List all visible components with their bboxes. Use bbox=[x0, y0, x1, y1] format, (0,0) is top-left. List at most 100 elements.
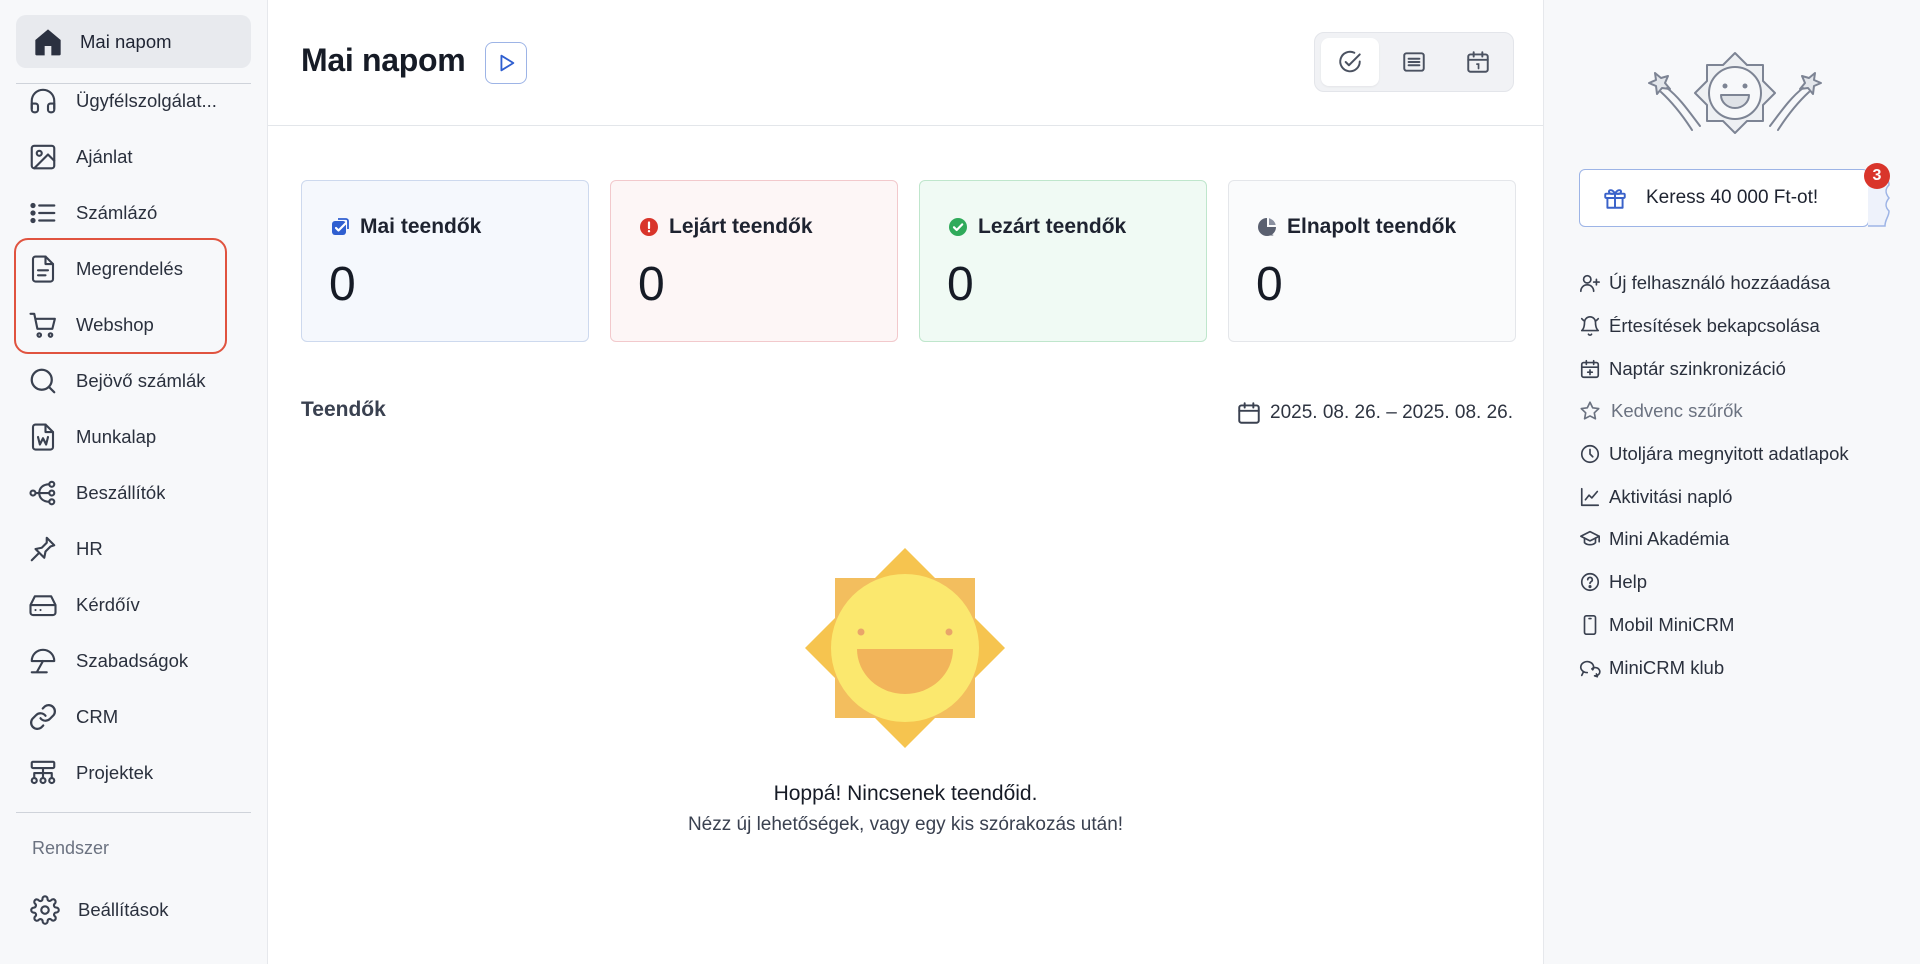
sidebar-item-mai-napom[interactable]: Mai napom bbox=[16, 15, 251, 68]
user-plus-icon bbox=[1579, 272, 1601, 294]
referral-button[interactable]: Keress 40 000 Ft-ot! bbox=[1579, 169, 1869, 227]
sidebar-item-label: CRM bbox=[76, 706, 119, 727]
sidebar-item-ajanlat[interactable]: Ajánlat bbox=[16, 129, 251, 185]
word-file-icon bbox=[28, 422, 58, 452]
stat-value: 0 bbox=[329, 258, 356, 311]
hierarchy-icon bbox=[28, 758, 58, 788]
quick-link-calendar-sync[interactable]: Naptár szinkronizáció bbox=[1579, 347, 1909, 390]
sidebar-item-crm[interactable]: CRM bbox=[16, 689, 251, 745]
empty-state-title: Hoppá! Nincsenek teendőid. bbox=[773, 782, 1038, 805]
view-calendar-button[interactable] bbox=[1449, 38, 1507, 86]
sidebar: Mai napom Ügyfélszolgálat... Ajánlat Szá… bbox=[0, 0, 266, 964]
sidebar-item-szamlazo[interactable]: Számlázó bbox=[16, 185, 251, 241]
stat-label: Mai teendők bbox=[360, 215, 482, 238]
sidebar-item-hr[interactable]: HR bbox=[16, 521, 251, 577]
view-list-button[interactable] bbox=[1385, 38, 1443, 86]
sidebar-item-beszallitok[interactable]: Beszállítók bbox=[16, 465, 251, 521]
sidebar-item-label: HR bbox=[76, 538, 103, 559]
stat-value: 0 bbox=[638, 258, 665, 311]
quick-link-activity-log[interactable]: Aktivitási napló bbox=[1579, 475, 1909, 518]
sidebar-item-kerdoiv[interactable]: Kérdőív bbox=[16, 577, 251, 633]
divider bbox=[16, 812, 251, 813]
quick-link-label: Help bbox=[1609, 571, 1648, 593]
mascot-illustration bbox=[1645, 48, 1825, 138]
quick-link-label: Értesítések bekapcsolása bbox=[1609, 315, 1820, 337]
chart-line-icon bbox=[1579, 486, 1601, 508]
stat-card-lezart-teendok[interactable]: Lezárt teendők 0 bbox=[919, 180, 1207, 342]
help-circle-icon bbox=[1579, 571, 1601, 593]
checkbox-icon bbox=[330, 217, 350, 237]
sidebar-item-beallitasok[interactable]: Beállítások bbox=[16, 882, 251, 938]
sidebar-item-label: Projektek bbox=[76, 762, 154, 783]
play-button[interactable] bbox=[485, 42, 527, 84]
list-view-icon bbox=[1401, 49, 1427, 75]
snooze-icon: z bbox=[1257, 217, 1277, 237]
magnifier-icon bbox=[28, 366, 58, 396]
right-panel: Keress 40 000 Ft-ot! 3 Új felhasználó ho… bbox=[1545, 0, 1920, 964]
pin-icon bbox=[28, 534, 58, 564]
quick-link-mobil-minicrm[interactable]: Mobil MiniCRM bbox=[1579, 604, 1909, 647]
quick-link-notifications[interactable]: Értesítések bekapcsolása bbox=[1579, 305, 1909, 348]
sidebar-item-ugyfelszolgalat[interactable]: Ügyfélszolgálat... bbox=[16, 73, 251, 129]
quick-link-label: Utoljára megnyitott adatlapok bbox=[1609, 443, 1849, 465]
quick-link-label: MiniCRM klub bbox=[1609, 656, 1725, 678]
quick-link-favorite-filters[interactable]: Kedvenc szűrők bbox=[1579, 390, 1909, 433]
sidebar-item-projektek[interactable]: Projektek bbox=[16, 745, 251, 801]
view-tasks-button[interactable] bbox=[1321, 38, 1379, 86]
headphones-icon bbox=[28, 86, 58, 116]
quick-link-help[interactable]: Help bbox=[1579, 561, 1909, 604]
main-panel: Mai napom Mai teendők 0 Lejárt teendők 0… bbox=[267, 0, 1544, 964]
alert-icon bbox=[639, 217, 659, 237]
sidebar-item-label: Beállítások bbox=[78, 899, 169, 920]
stat-label: Lezárt teendők bbox=[978, 215, 1127, 238]
main-header: Mai napom bbox=[268, 0, 1543, 126]
check-circle-icon bbox=[1337, 49, 1363, 75]
check-icon bbox=[948, 217, 968, 237]
quick-link-label: Mobil MiniCRM bbox=[1609, 613, 1735, 635]
quick-link-add-user[interactable]: Új felhasználó hozzáadása bbox=[1579, 262, 1909, 305]
stat-card-lejart-teendok[interactable]: Lejárt teendők 0 bbox=[610, 180, 898, 342]
star-icon bbox=[1579, 400, 1601, 422]
sidebar-item-megrendeles[interactable]: Megrendelés bbox=[16, 241, 251, 297]
quick-link-minicrm-klub[interactable]: MiniCRM klub bbox=[1579, 646, 1909, 689]
link-icon bbox=[28, 702, 58, 732]
clock-icon bbox=[1579, 443, 1601, 465]
cart-icon bbox=[28, 310, 58, 340]
calendar-sync-icon bbox=[1579, 358, 1601, 380]
date-range-text: 2025. 08. 26. – 2025. 08. 26. bbox=[1270, 402, 1513, 423]
list-icon bbox=[28, 198, 58, 228]
quick-link-mini-akademia[interactable]: Mini Akadémia bbox=[1579, 518, 1909, 561]
sidebar-item-szabadsagok[interactable]: Szabadságok bbox=[16, 633, 251, 689]
svg-text:z: z bbox=[1270, 230, 1274, 238]
quick-link-label: Naptár szinkronizáció bbox=[1609, 357, 1786, 379]
sidebar-item-label: Beszállítók bbox=[76, 482, 166, 503]
stat-card-mai-teendok[interactable]: Mai teendők 0 bbox=[301, 180, 589, 342]
stat-card-elnapolt-teendok[interactable]: z Elnapolt teendők 0 bbox=[1228, 180, 1516, 342]
stat-value: 0 bbox=[947, 258, 974, 311]
empty-state-subtitle: Nézz új lehetőségek, vagy egy kis szórak… bbox=[687, 814, 1124, 835]
graduation-cap-icon bbox=[1579, 528, 1601, 550]
sidebar-nav-list: Ügyfélszolgálat... Ajánlat Számlázó Megr… bbox=[16, 73, 251, 801]
mobile-icon bbox=[1579, 614, 1601, 636]
sidebar-item-munkalap[interactable]: Munkalap bbox=[16, 409, 251, 465]
sidebar-item-label: Bejövő számlák bbox=[76, 370, 206, 391]
sidebar-item-label: Szabadságok bbox=[76, 650, 189, 671]
play-icon bbox=[495, 52, 517, 74]
sidebar-item-bejovo-szamlak[interactable]: Bejövő számlák bbox=[16, 353, 251, 409]
quick-link-label: Mini Akadémia bbox=[1609, 528, 1730, 550]
gift-icon bbox=[1602, 185, 1628, 211]
calendar-icon bbox=[1465, 49, 1491, 75]
date-range-picker[interactable]: 2025. 08. 26. – 2025. 08. 26. bbox=[1236, 400, 1513, 426]
sidebar-item-label: Mai napom bbox=[80, 30, 172, 52]
gear-icon bbox=[30, 895, 60, 925]
home-icon bbox=[32, 26, 64, 58]
stat-label: Lejárt teendők bbox=[669, 215, 813, 238]
stats-row: Mai teendők 0 Lejárt teendők 0 Lezárt te… bbox=[301, 180, 1516, 342]
notification-badge: 3 bbox=[1864, 163, 1890, 189]
referral-label: Keress 40 000 Ft-ot! bbox=[1646, 187, 1819, 208]
drive-icon bbox=[28, 590, 58, 620]
quick-link-recent-records[interactable]: Utoljára megnyitott adatlapok bbox=[1579, 433, 1909, 476]
quick-links: Új felhasználó hozzáadása Értesítések be… bbox=[1579, 262, 1909, 689]
sidebar-item-webshop[interactable]: Webshop bbox=[16, 297, 251, 353]
sidebar-item-label: Webshop bbox=[76, 314, 154, 335]
